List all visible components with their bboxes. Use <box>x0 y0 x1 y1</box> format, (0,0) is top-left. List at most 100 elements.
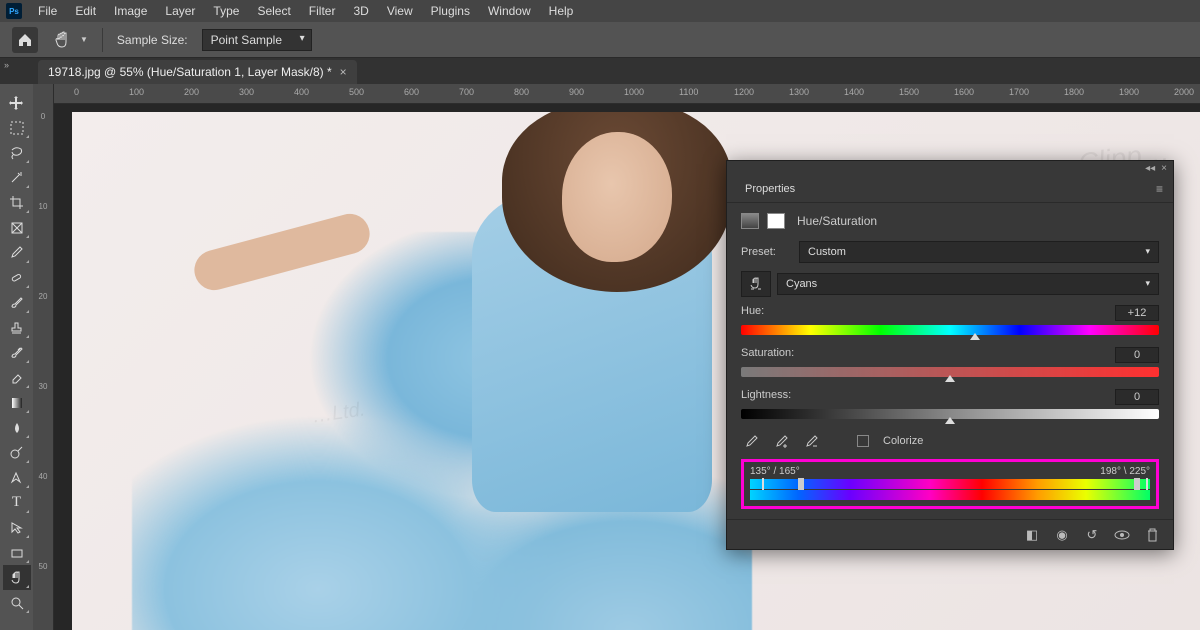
tool-wand[interactable] <box>3 165 31 190</box>
hue-label: Hue: <box>741 305 764 321</box>
image-face <box>562 132 672 262</box>
menu-help[interactable]: Help <box>541 2 582 20</box>
layer-mask-thumb-icon[interactable] <box>767 213 785 229</box>
close-tab-icon[interactable]: × <box>340 65 347 79</box>
saturation-slider[interactable] <box>741 367 1159 377</box>
menu-window[interactable]: Window <box>480 2 539 20</box>
menu-type[interactable]: Type <box>205 2 247 20</box>
ruler-v-mark: 20 <box>33 292 53 301</box>
adjustment-title: Hue/Saturation <box>797 214 877 228</box>
range-falloff-left[interactable] <box>762 478 764 490</box>
tool-eyedropper[interactable] <box>3 240 31 265</box>
range-stop-left[interactable] <box>798 478 804 490</box>
color-range-input-bar[interactable] <box>750 479 1150 489</box>
clip-to-layer-icon[interactable]: ◧ <box>1023 527 1041 543</box>
ruler-h-mark: 700 <box>459 87 474 97</box>
tool-hand[interactable] <box>3 565 31 590</box>
saturation-label: Saturation: <box>741 347 794 363</box>
ruler-h-mark: 400 <box>294 87 309 97</box>
tool-frame[interactable] <box>3 215 31 240</box>
menu-image[interactable]: Image <box>106 2 155 20</box>
panel-footer: ◧ ◉ ↺ <box>727 519 1173 549</box>
colorize-label: Colorize <box>883 435 923 447</box>
menu-3d[interactable]: 3D <box>345 2 376 20</box>
ruler-h-mark: 1100 <box>679 87 698 97</box>
view-previous-icon[interactable]: ◉ <box>1053 527 1071 543</box>
menu-select[interactable]: Select <box>249 2 298 20</box>
menu-filter[interactable]: Filter <box>301 2 344 20</box>
options-bar: ▼ Sample Size: Point Sample <box>0 22 1200 58</box>
close-panel-icon[interactable]: × <box>1161 163 1167 174</box>
document-tab[interactable]: 19718.jpg @ 55% (Hue/Saturation 1, Layer… <box>38 60 357 84</box>
tool-shape[interactable] <box>3 540 31 565</box>
tool-history-brush[interactable] <box>3 340 31 365</box>
tool-pen[interactable] <box>3 465 31 490</box>
tool-move[interactable] <box>3 90 31 115</box>
range-stop-right[interactable] <box>1134 478 1140 490</box>
lightness-slider-thumb[interactable] <box>945 417 955 424</box>
reset-icon[interactable]: ↺ <box>1083 527 1101 543</box>
tool-eraser[interactable] <box>3 365 31 390</box>
delete-adjustment-icon[interactable] <box>1143 527 1161 543</box>
lightness-slider[interactable] <box>741 409 1159 419</box>
home-button[interactable] <box>12 27 38 53</box>
ruler-h-mark: 500 <box>349 87 364 97</box>
range-falloff-right[interactable] <box>1146 478 1148 490</box>
tool-crop[interactable] <box>3 190 31 215</box>
tool-type[interactable]: T <box>3 490 31 515</box>
lightness-value-input[interactable]: 0 <box>1115 389 1159 405</box>
tool-path-select[interactable] <box>3 515 31 540</box>
ruler-h-mark: 600 <box>404 87 419 97</box>
horizontal-ruler[interactable]: 0 100 200 300 400 500 600 700 800 900 10… <box>54 84 1200 104</box>
range-left-readout: 135° / 165° <box>750 466 800 477</box>
tool-blur[interactable] <box>3 415 31 440</box>
targeted-adjust-button[interactable] <box>741 271 771 297</box>
document-tab-title: 19718.jpg @ 55% (Hue/Saturation 1, Layer… <box>48 65 332 79</box>
hue-slider[interactable] <box>741 325 1159 335</box>
ruler-h-mark: 900 <box>569 87 584 97</box>
hue-value-input[interactable]: +12 <box>1115 305 1159 321</box>
ruler-h-mark: 800 <box>514 87 529 97</box>
color-channel-select[interactable]: Cyans <box>777 273 1159 295</box>
colorize-checkbox[interactable] <box>857 435 869 447</box>
color-range-strip: 135° / 165° 198° \ 225° <box>741 459 1159 509</box>
tool-dodge[interactable] <box>3 440 31 465</box>
tool-zoom[interactable] <box>3 590 31 615</box>
range-right-readout: 198° \ 225° <box>1100 466 1150 477</box>
tool-lasso[interactable] <box>3 140 31 165</box>
properties-tab[interactable]: Properties <box>737 177 803 201</box>
expand-panels-icon[interactable]: » <box>4 60 9 70</box>
preset-select[interactable]: Custom <box>799 241 1159 263</box>
adjustment-thumb-icon <box>741 213 759 229</box>
tool-marquee[interactable] <box>3 115 31 140</box>
app-logo: Ps <box>6 3 22 19</box>
menu-edit[interactable]: Edit <box>67 2 104 20</box>
tool-brush[interactable] <box>3 290 31 315</box>
preset-label: Preset: <box>741 246 799 258</box>
hue-slider-thumb[interactable] <box>970 333 980 340</box>
sample-size-select[interactable]: Point Sample <box>202 29 312 51</box>
menu-layer[interactable]: Layer <box>157 2 203 20</box>
eyedropper-subtract-button[interactable] <box>801 431 821 451</box>
tool-preset-caret[interactable]: ▼ <box>80 35 88 44</box>
ruler-h-mark: 1500 <box>899 87 919 97</box>
eyedropper-button[interactable] <box>741 431 761 451</box>
current-tool-icon[interactable] <box>52 29 74 51</box>
saturation-slider-thumb[interactable] <box>945 375 955 382</box>
finger-scrub-icon <box>748 276 764 292</box>
menu-view[interactable]: View <box>379 2 421 20</box>
menu-plugins[interactable]: Plugins <box>423 2 478 20</box>
menu-file[interactable]: File <box>30 2 65 20</box>
toggle-visibility-icon[interactable] <box>1113 527 1131 543</box>
ruler-v-mark: 50 <box>33 562 53 571</box>
vertical-ruler[interactable]: 0 10 20 30 40 50 <box>33 84 54 630</box>
eyedropper-add-button[interactable] <box>771 431 791 451</box>
collapse-panel-icon[interactable]: ◂◂ <box>1145 163 1155 174</box>
tool-stamp[interactable] <box>3 315 31 340</box>
sample-size-label: Sample Size: <box>117 33 188 47</box>
tool-heal[interactable] <box>3 265 31 290</box>
saturation-value-input[interactable]: 0 <box>1115 347 1159 363</box>
tool-gradient[interactable] <box>3 390 31 415</box>
home-icon <box>17 32 33 48</box>
panel-menu-icon[interactable]: ≡ <box>1156 182 1163 196</box>
